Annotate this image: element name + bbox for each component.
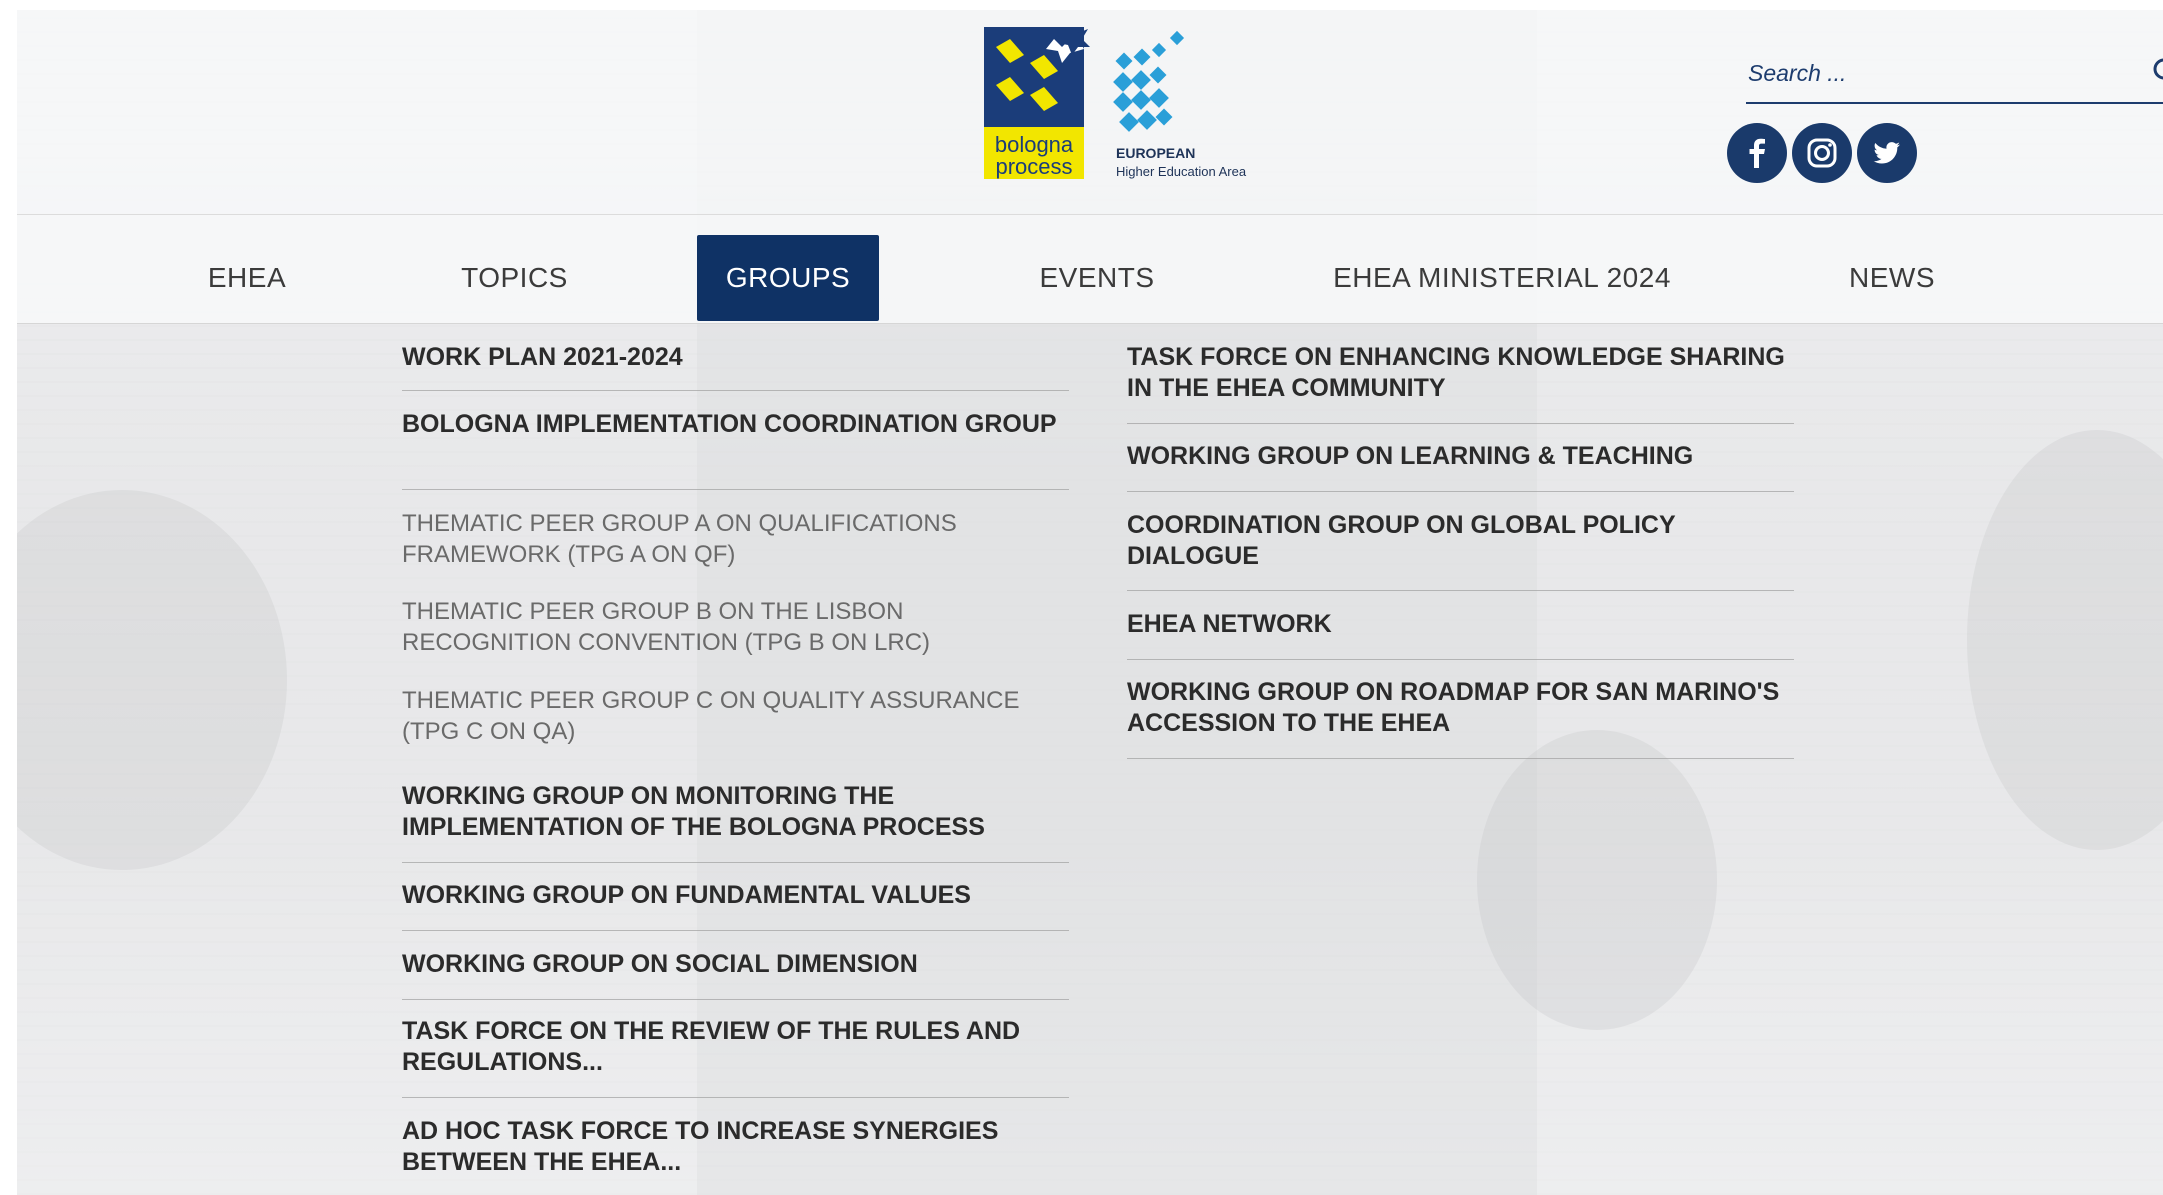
instagram-icon (1807, 138, 1837, 168)
nav-item-news[interactable]: NEWS (1817, 235, 1967, 321)
site-logo[interactable]: bologna process EUROPEAN Higher Educatio… (966, 19, 1256, 184)
menu-item-ehea-network[interactable]: EHEA NETWORK (1127, 603, 1794, 660)
menu-item-bicg[interactable]: BOLOGNA IMPLEMENTATION COORDINATION GROU… (402, 403, 1069, 490)
menu-item-cg-global-policy[interactable]: COORDINATION GROUP ON GLOBAL POLICY DIAL… (1127, 504, 1794, 591)
nav-item-ministerial-2024[interactable]: EHEA MINISTERIAL 2024 (1307, 235, 1697, 321)
page: bologna process EUROPEAN Higher Educatio… (17, 10, 2163, 1195)
menu-item-wg-monitoring[interactable]: WORKING GROUP ON MONITORING THE IMPLEMEN… (402, 775, 1069, 863)
search-input[interactable] (1746, 52, 2150, 94)
nav-item-ehea[interactable]: EHEA (177, 235, 317, 321)
menu-item-wg-social-dimension[interactable]: WORKING GROUP ON SOCIAL DIMENSION (402, 943, 1069, 1000)
site-header: bologna process EUROPEAN Higher Educatio… (17, 10, 2163, 215)
twitter-icon (1873, 142, 1900, 164)
instagram-link[interactable] (1792, 123, 1852, 183)
menu-item-tf-synergies[interactable]: AD HOC TASK FORCE TO INCREASE SYNERGIES … (402, 1110, 1069, 1195)
menu-item-wg-fundamental-values[interactable]: WORKING GROUP ON FUNDAMENTAL VALUES (402, 874, 1069, 931)
logo-text-european: EUROPEAN (1116, 145, 1195, 161)
search-box (1746, 44, 2163, 104)
nav-item-events[interactable]: EVENTS (1007, 235, 1187, 321)
menu-item-tf-knowledge-sharing[interactable]: TASK FORCE ON ENHANCING KNOWLEDGE SHARIN… (1127, 336, 1794, 424)
menu-item-tf-rules-regulations[interactable]: TASK FORCE ON THE REVIEW OF THE RULES AN… (402, 1010, 1069, 1098)
menu-item-tpg-a[interactable]: THEMATIC PEER GROUP A ON QUALIFICATIONS … (402, 502, 1069, 580)
nav-item-topics[interactable]: TOPICS (432, 235, 597, 321)
bologna-ehea-logo: bologna process EUROPEAN Higher Educatio… (984, 27, 1247, 179)
logo-text-process: process (995, 154, 1072, 179)
logo-text-hea: Higher Education Area (1116, 164, 1247, 179)
facebook-icon (1749, 138, 1765, 168)
main-nav: EHEA TOPICS GROUPS EVENTS EHEA MINISTERI… (17, 215, 2163, 324)
menu-item-work-plan[interactable]: WORK PLAN 2021-2024 (402, 336, 1069, 391)
menu-item-tpg-b[interactable]: THEMATIC PEER GROUP B ON THE LISBON RECO… (402, 590, 1069, 668)
menu-item-tpg-c[interactable]: THEMATIC PEER GROUP C ON QUALITY ASSURAN… (402, 679, 1069, 757)
search-icon[interactable] (2151, 56, 2163, 86)
twitter-link[interactable] (1857, 123, 1917, 183)
nav-item-groups[interactable]: GROUPS (697, 235, 879, 321)
menu-item-wg-san-marino[interactable]: WORKING GROUP ON ROADMAP FOR SAN MARINO'… (1127, 671, 1794, 759)
menu-item-wg-learning-teaching[interactable]: WORKING GROUP ON LEARNING & TEACHING (1127, 435, 1794, 492)
groups-dropdown-backdrop (17, 324, 2163, 1195)
ehea-mark-icon (1113, 30, 1185, 132)
facebook-link[interactable] (1727, 123, 1787, 183)
